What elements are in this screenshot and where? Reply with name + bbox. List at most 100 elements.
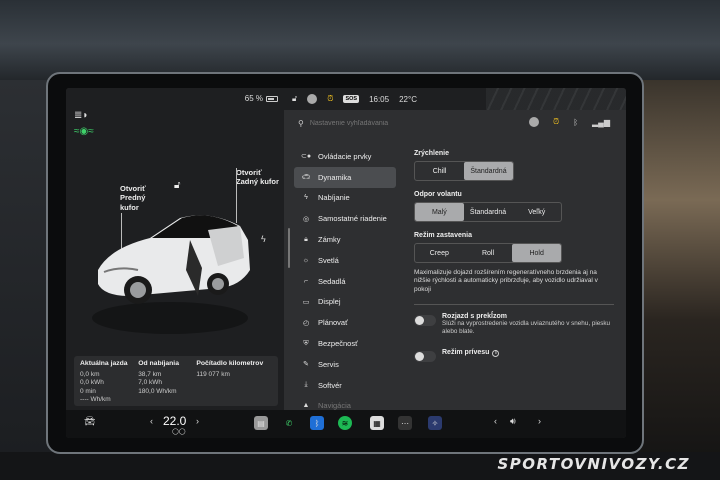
volume-up-arrow[interactable]: ›: [538, 416, 541, 426]
bolt-icon: ϟ: [304, 194, 308, 202]
toybox-icon[interactable]: ✧: [428, 416, 442, 430]
stat-value: 180,0 Wh/km: [138, 387, 177, 395]
steering-wheel-icon: ◎: [302, 215, 310, 223]
menu-item-9[interactable]: ◴ Plánovať: [294, 312, 396, 333]
more-apps-icon[interactable]: ⋯: [398, 416, 412, 430]
stat-value: 0 min: [80, 387, 96, 395]
trip-stats: Aktuálna jazda 0,0 km 0,0 kWh 0 min ----…: [74, 356, 278, 406]
volume-icon[interactable]: 🔊︎: [510, 416, 516, 427]
car-icon[interactable]: 🚘︎: [84, 416, 95, 427]
seat-heat-icon[interactable]: ◯◯: [172, 428, 185, 435]
menu-item-label: Softvér: [318, 380, 342, 390]
steering-option[interactable]: Štandardná: [464, 203, 513, 221]
stat-header: Od nabíjania: [138, 360, 179, 367]
rocking-mode-title: Rozjazd s prekĺzom: [442, 313, 507, 321]
info-icon[interactable]: i: [492, 349, 500, 357]
parking-lights-icon: ≈◉≈: [74, 126, 94, 137]
sun-icon: ☼: [302, 256, 310, 264]
profile-icon[interactable]: [307, 94, 318, 104]
menu-item-2[interactable]: 🚗︎ Dynamika: [294, 166, 396, 188]
menu-item-label: Svetlá: [318, 255, 339, 265]
app-launcher-icon[interactable]: ▤: [254, 416, 268, 430]
navigation-icon: ▲: [302, 402, 310, 410]
download-icon: ⤓: [304, 381, 308, 389]
toggle-icon: ⊂●: [300, 153, 312, 161]
shield-icon: ⛨: [303, 339, 309, 347]
alarm-icon[interactable]: ⏰︎: [553, 117, 559, 127]
stopping-mode-title: Režim zastavenia: [414, 232, 472, 239]
stat-value: 7,0 kWh: [138, 379, 163, 387]
sos-badge[interactable]: SOS: [343, 95, 360, 103]
menu-item-5[interactable]: 🔒︎ Zámky: [294, 229, 396, 250]
bluetooth-app-icon[interactable]: ᛒ: [310, 416, 324, 430]
menu-item-12[interactable]: ⤓ Softvér: [294, 375, 396, 396]
temp-down-arrow[interactable]: ‹: [150, 416, 153, 426]
stat-header: Počítadlo kilometrov: [196, 360, 264, 367]
profile-icon[interactable]: [528, 117, 539, 127]
steering-selector: Malý Štandardná Veľký: [414, 202, 562, 222]
bottom-dock: 🚘︎ ‹ 22.0 › ◯◯ ▤ ✆ ᛒ ≋ ▦ ⋯ ✧ ‹ 🔊︎ ›: [66, 410, 626, 438]
volume-down-arrow[interactable]: ‹: [494, 416, 497, 426]
menu-item-label: Zámky: [318, 235, 341, 245]
menu-item-6[interactable]: ☼ Svetlá: [294, 250, 396, 271]
menu-item-10[interactable]: ⛨ Bezpečnosť: [294, 333, 396, 354]
touchscreen: 65 % ≣◗ ≈◉≈ Otvoriť Predný kufor Otvoriť…: [66, 88, 626, 438]
wrench-icon: ✎: [303, 361, 309, 369]
menu-item-label: Displej: [318, 297, 341, 307]
alarm-icon[interactable]: ⏰︎: [327, 94, 333, 104]
menu-item-1[interactable]: ⊂● Ovládacie prvky: [294, 146, 396, 167]
menu-item-7[interactable]: ⌐ Sedadlá: [294, 271, 396, 292]
trailer-mode-toggle[interactable]: [414, 350, 436, 362]
menu-item-3[interactable]: ϟ Nabíjanie: [294, 188, 396, 209]
stopping-option[interactable]: Creep: [415, 244, 464, 262]
stopping-mode-selector: Creep Roll Hold: [414, 243, 562, 263]
divider: [414, 304, 614, 306]
map-strip[interactable]: [486, 88, 626, 110]
acceleration-option[interactable]: Štandardná: [464, 162, 513, 180]
phone-icon[interactable]: ✆: [282, 416, 296, 430]
clock-icon: ◴: [302, 319, 310, 327]
search-input[interactable]: [309, 119, 460, 127]
battery-percent: 65 %: [244, 94, 263, 103]
acceleration-title: Zrýchlenie: [414, 150, 450, 157]
lock-status-icon[interactable]: 🔓︎: [292, 94, 297, 104]
trailer-mode-title: Režim prívesu: [442, 348, 490, 356]
display-icon: ▭: [302, 298, 310, 306]
menu-item-4[interactable]: ◎ Samostatné riadenie: [294, 208, 396, 229]
headlight-icon[interactable]: ≣◗: [74, 110, 88, 121]
dynamics-content: Zrýchlenie Chill Štandardná Odpor volantu…: [414, 150, 614, 374]
watermark: SPORTOVNIVOZY.CZ: [497, 455, 690, 473]
calendar-icon[interactable]: ▦: [370, 416, 384, 430]
spotify-icon[interactable]: ≋: [338, 416, 352, 430]
car-panel: 65 % ≣◗ ≈◉≈ Otvoriť Predný kufor Otvoriť…: [66, 88, 284, 410]
steering-option[interactable]: Veľký: [512, 203, 561, 221]
steering-option[interactable]: Malý: [415, 203, 464, 221]
unlock-icon[interactable]: 🔓︎: [174, 180, 180, 191]
stat-value: 0,0 km: [80, 370, 100, 378]
acceleration-option[interactable]: Chill: [415, 162, 464, 180]
lock-icon: 🔒︎: [304, 235, 308, 243]
menu-item-label: Nabíjanie: [318, 193, 350, 203]
stopping-option[interactable]: Roll: [464, 244, 513, 262]
menu-item-label: Bezpečnosť: [318, 339, 358, 349]
menu-item-8[interactable]: ▭ Displej: [294, 292, 396, 313]
open-rear-trunk-button[interactable]: Otvoriť Zadný kufor: [236, 168, 279, 187]
stopping-option[interactable]: Hold: [512, 244, 561, 262]
menu-scrollbar[interactable]: [288, 228, 290, 268]
charge-port-icon[interactable]: ϟ: [261, 234, 266, 244]
menu-item-11[interactable]: ✎ Servis: [294, 354, 396, 375]
rocking-mode-toggle[interactable]: [414, 315, 436, 327]
stat-value: 119 077 km: [196, 370, 230, 378]
menu-item-label: Servis: [318, 359, 339, 369]
stat-value: 0,0 kWh: [80, 379, 104, 387]
car-icon: 🚗︎: [301, 174, 311, 182]
bluetooth-icon[interactable]: ᛒ: [573, 118, 578, 127]
cabin-temperature[interactable]: 22.0: [163, 414, 186, 428]
settings-panel: ⚲ ⏰︎ ᛒ ▂▄▆ ⊂● Ovládacie prvky 🚗︎ Dynamika ϟ N…: [284, 110, 626, 410]
stat-odometer: Počítadlo kilometrov 119 077 km: [196, 360, 272, 402]
battery-status: 65 %: [245, 94, 278, 103]
menu-item-label: Dynamika: [318, 172, 352, 182]
temp-up-arrow[interactable]: ›: [196, 416, 199, 426]
stat-current-trip: Aktuálna jazda 0,0 km 0,0 kWh 0 min ----…: [80, 360, 138, 403]
signal-icon: ▂▄▆: [592, 117, 610, 127]
